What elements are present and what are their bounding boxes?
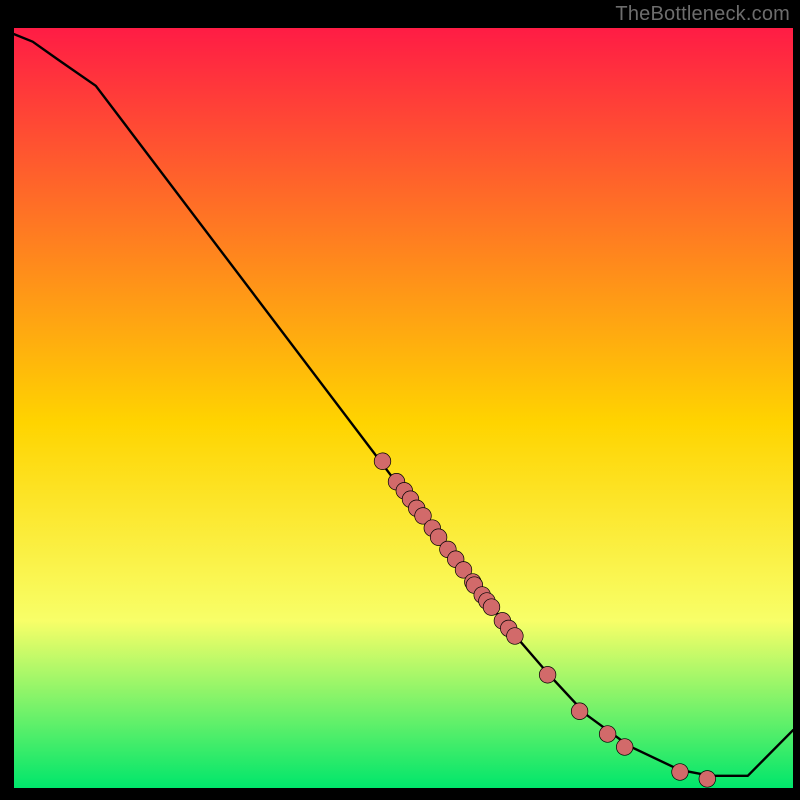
watermark-text: TheBottleneck.com [615, 3, 790, 26]
marker-point [599, 726, 616, 743]
chart-stage: TheBottleneck.com [0, 0, 800, 800]
marker-point [672, 764, 689, 781]
marker-point [616, 739, 633, 756]
marker-point [483, 599, 500, 616]
marker-point [539, 667, 556, 684]
marker-point [374, 453, 391, 470]
chart-svg [0, 0, 800, 800]
marker-point [699, 771, 716, 788]
marker-point [571, 703, 588, 720]
marker-point [507, 628, 524, 645]
plot-area [14, 28, 793, 788]
